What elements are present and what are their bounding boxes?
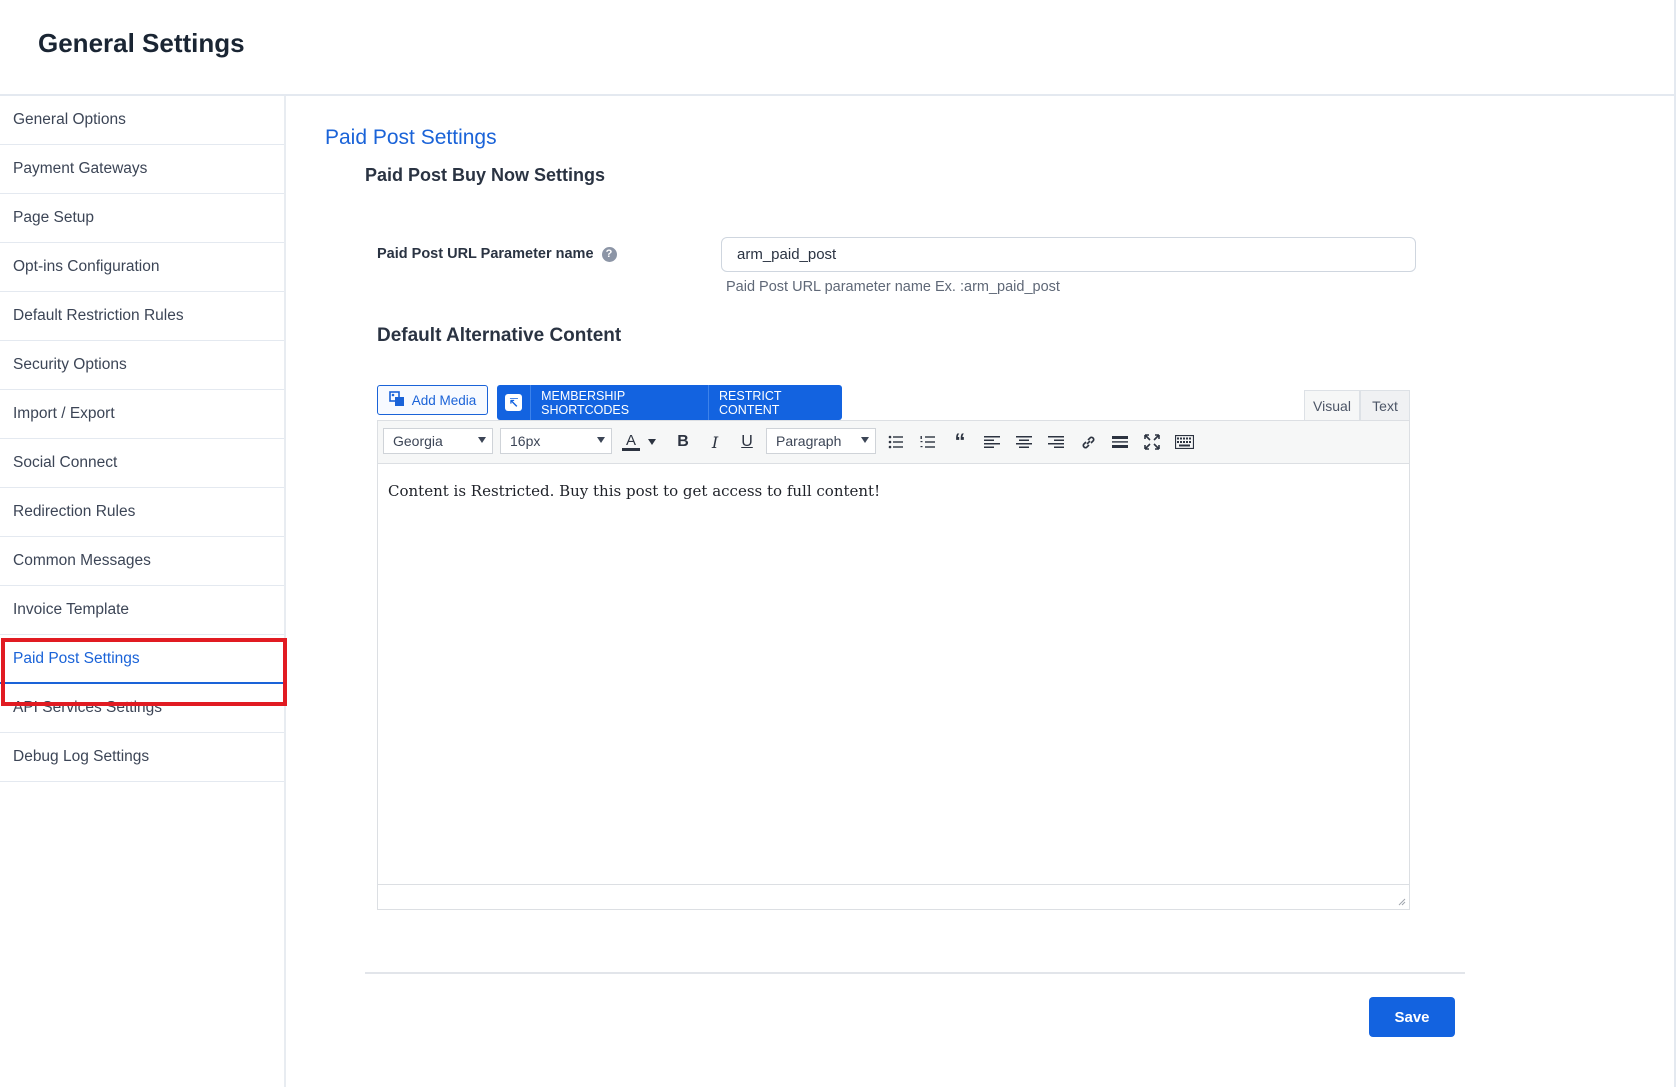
sidebar-item-page-setup[interactable]: Page Setup bbox=[0, 194, 284, 243]
bullet-list-icon[interactable] bbox=[884, 430, 908, 454]
url-param-input[interactable] bbox=[721, 237, 1416, 272]
url-param-hint: Paid Post URL parameter name Ex. :arm_pa… bbox=[726, 279, 1060, 295]
font-size-value: 16px bbox=[510, 433, 541, 449]
settings-sidebar: General Options Payment Gateways Page Se… bbox=[0, 96, 286, 1087]
restrict-content-button[interactable]: RESTRICT CONTENT bbox=[709, 385, 842, 420]
sidebar-item-general-options[interactable]: General Options bbox=[0, 96, 284, 145]
align-right-icon[interactable] bbox=[1044, 430, 1068, 454]
paragraph-format-value: Paragraph bbox=[776, 433, 842, 449]
sidebar-item-social-connect[interactable]: Social Connect bbox=[0, 439, 284, 488]
add-media-label: Add Media bbox=[411, 392, 477, 408]
save-button[interactable]: Save bbox=[1369, 997, 1455, 1037]
align-left-icon[interactable] bbox=[980, 430, 1004, 454]
shortcode-toolbar: ↸ MEMBERSHIP SHORTCODES RESTRICT CONTENT bbox=[497, 385, 842, 420]
sidebar-item-default-restriction-rules[interactable]: Default Restriction Rules bbox=[0, 292, 284, 341]
media-icon bbox=[388, 390, 405, 410]
bold-icon[interactable]: B bbox=[671, 430, 695, 454]
sidebar-item-security-options[interactable]: Security Options bbox=[0, 341, 284, 390]
sidebar-item-debug-log-settings[interactable]: Debug Log Settings bbox=[0, 733, 284, 782]
editor-statusbar bbox=[378, 884, 1409, 909]
fullscreen-icon[interactable] bbox=[1140, 430, 1164, 454]
url-param-label-row: Paid Post URL Parameter name ? bbox=[377, 246, 617, 262]
question-circle-icon[interactable]: ? bbox=[601, 246, 617, 262]
editor-content-text: Content is Restricted. Buy this post to … bbox=[388, 482, 881, 500]
tab-visual[interactable]: Visual bbox=[1304, 390, 1360, 420]
keyboard-icon[interactable] bbox=[1172, 430, 1196, 454]
chevron-down-icon bbox=[648, 439, 656, 445]
read-more-icon[interactable] bbox=[1108, 430, 1132, 454]
text-color-button[interactable]: A bbox=[619, 430, 659, 454]
font-family-select[interactable]: Georgia bbox=[383, 428, 493, 454]
font-family-value: Georgia bbox=[393, 433, 443, 449]
sidebar-item-paid-post-settings[interactable]: Paid Post Settings bbox=[0, 635, 284, 684]
text-color-icon: A bbox=[622, 433, 640, 451]
page-header: General Settings bbox=[0, 0, 1674, 96]
blockquote-icon[interactable]: “ bbox=[948, 429, 972, 454]
sidebar-item-invoice-template[interactable]: Invoice Template bbox=[0, 586, 284, 635]
tab-text[interactable]: Text bbox=[1360, 390, 1410, 420]
add-media-button[interactable]: Add Media bbox=[377, 385, 488, 415]
sidebar-item-common-messages[interactable]: Common Messages bbox=[0, 537, 284, 586]
sidebar-item-redirection-rules[interactable]: Redirection Rules bbox=[0, 488, 284, 537]
sidebar-item-api-services-settings[interactable]: API Services Settings bbox=[0, 684, 284, 733]
rich-text-editor: Georgia 16px A B I U Paragraph “ Content… bbox=[377, 420, 1410, 910]
sidebar-item-import-export[interactable]: Import / Export bbox=[0, 390, 284, 439]
chevron-down-icon bbox=[597, 437, 605, 443]
align-center-icon[interactable] bbox=[1012, 430, 1036, 454]
link-icon[interactable] bbox=[1076, 430, 1100, 454]
section-subtitle: Paid Post Buy Now Settings bbox=[365, 165, 606, 185]
chevron-down-icon bbox=[861, 437, 869, 443]
paragraph-format-select[interactable]: Paragraph bbox=[766, 428, 876, 454]
chevron-down-icon bbox=[478, 437, 486, 443]
section-title: Paid Post Settings bbox=[325, 126, 497, 149]
sidebar-item-opt-ins-configuration[interactable]: Opt-ins Configuration bbox=[0, 243, 284, 292]
italic-icon[interactable]: I bbox=[703, 430, 727, 454]
underline-icon[interactable]: U bbox=[735, 430, 759, 454]
form-divider bbox=[365, 972, 1465, 974]
sidebar-item-payment-gateways[interactable]: Payment Gateways bbox=[0, 145, 284, 194]
url-param-label: Paid Post URL Parameter name bbox=[377, 246, 594, 262]
numbered-list-icon[interactable] bbox=[916, 430, 940, 454]
alt-content-title: Default Alternative Content bbox=[377, 325, 622, 346]
armember-shortcode-button[interactable]: ↸ bbox=[497, 385, 532, 420]
page-title: General Settings bbox=[38, 28, 245, 58]
editor-content-area[interactable]: Content is Restricted. Buy this post to … bbox=[378, 464, 1409, 885]
font-size-select[interactable]: 16px bbox=[500, 428, 612, 454]
editor-toolbar: Georgia 16px A B I U Paragraph “ bbox=[378, 421, 1409, 464]
armember-logo-icon: ↸ bbox=[505, 394, 523, 411]
resize-handle-icon[interactable] bbox=[1396, 896, 1406, 906]
membership-shortcodes-button[interactable]: MEMBERSHIP SHORTCODES bbox=[531, 385, 710, 420]
